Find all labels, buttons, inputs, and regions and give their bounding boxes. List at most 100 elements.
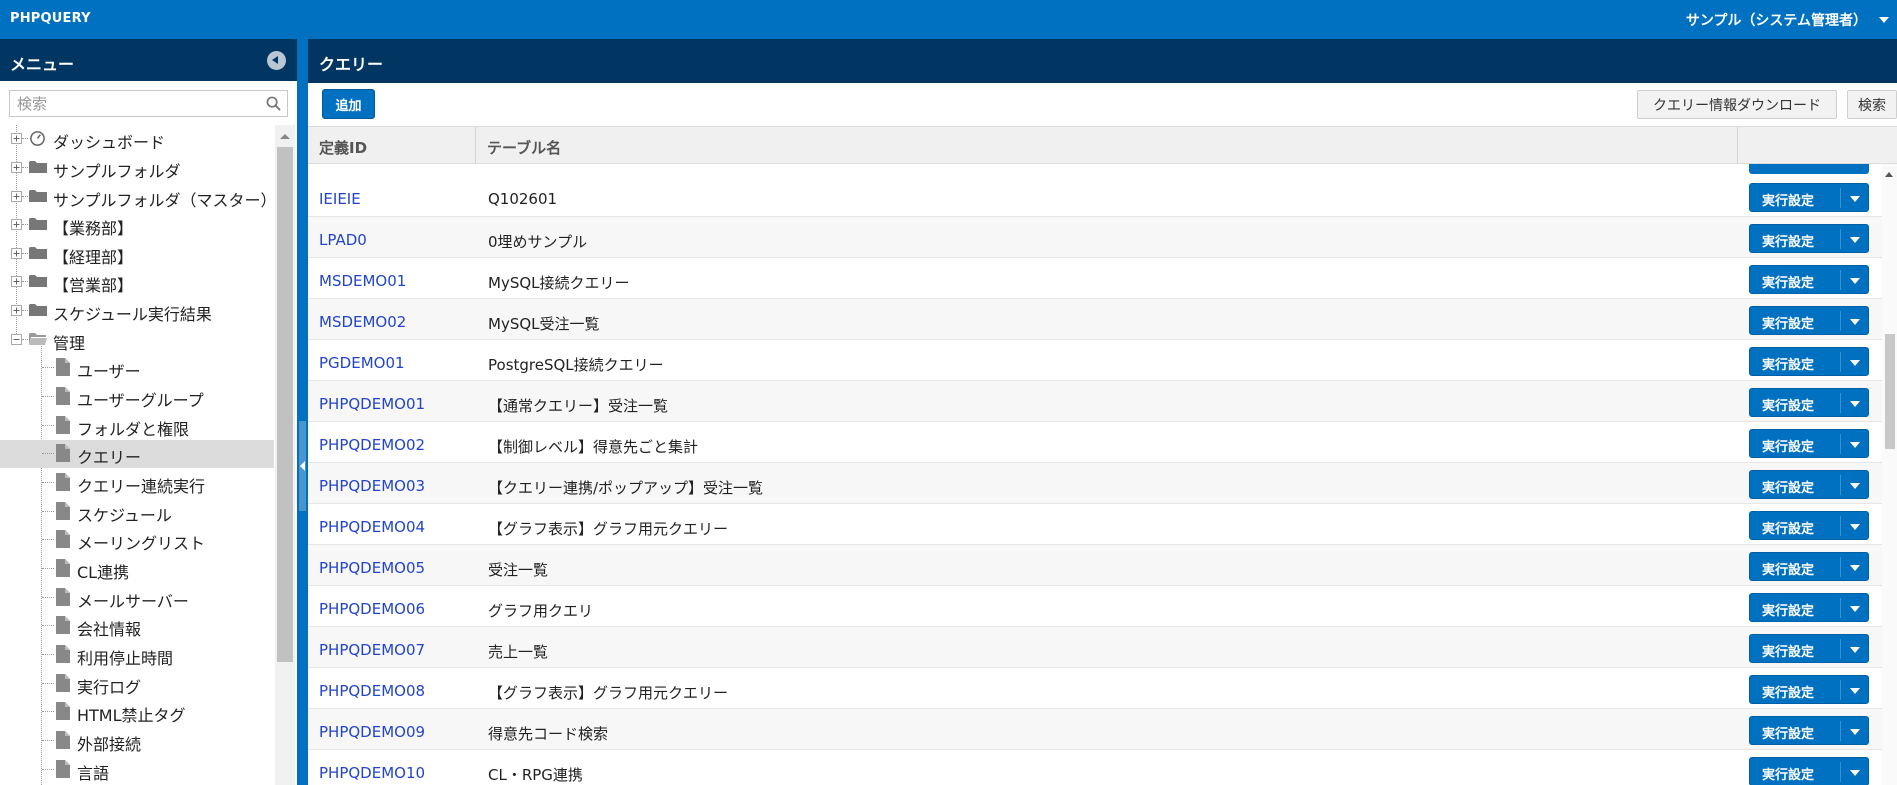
- download-query-info-button[interactable]: クエリー情報ダウンロード: [1637, 90, 1837, 119]
- tree-item-folder-permissions[interactable]: フォルダと権限: [0, 412, 274, 440]
- query-id-link[interactable]: IEIEIE: [319, 190, 361, 208]
- query-id-link[interactable]: MSDEMO01: [319, 272, 406, 290]
- tree-item-keiri[interactable]: 【経理部】: [0, 240, 274, 268]
- tree-item-user-groups[interactable]: ユーザーグループ: [0, 383, 274, 411]
- grid-scrollbar[interactable]: [1882, 164, 1897, 785]
- run-settings-button[interactable]: 実行設定: [1749, 552, 1869, 581]
- run-settings-button[interactable]: 実行設定: [1749, 224, 1869, 253]
- run-settings-button[interactable]: 実行設定: [1749, 757, 1869, 785]
- query-id-link[interactable]: PHPQDEMO10: [319, 764, 425, 782]
- tree-item-queries[interactable]: クエリー: [0, 440, 274, 468]
- chevron-down-icon[interactable]: [1850, 770, 1860, 776]
- query-id-link[interactable]: MSDEMO02: [319, 313, 406, 331]
- query-id-link[interactable]: PHPQDEMO06: [319, 600, 425, 618]
- tree-item-language[interactable]: 言語: [0, 756, 274, 784]
- query-id-link[interactable]: PHPQDEMO02: [319, 436, 425, 454]
- table-row: PHPQDEMO02 【制御レベル】得意先ごと集計 実行設定: [308, 422, 1882, 463]
- sidebar-scrollbar[interactable]: [275, 125, 295, 785]
- query-id-link[interactable]: PHPQDEMO08: [319, 682, 425, 700]
- chevron-down-icon[interactable]: [1850, 688, 1860, 694]
- expand-icon[interactable]: [11, 219, 22, 230]
- tree-item-users[interactable]: ユーザー: [0, 354, 274, 382]
- tree-item-downtime[interactable]: 利用停止時間: [0, 641, 274, 669]
- expand-icon[interactable]: [11, 191, 22, 202]
- tree-item-sample-folder[interactable]: サンプルフォルダ: [0, 154, 274, 182]
- query-id-link[interactable]: PHPQDEMO01: [319, 395, 425, 413]
- expand-icon[interactable]: [11, 162, 22, 173]
- scrollbar-thumb[interactable]: [277, 147, 293, 662]
- query-id-link[interactable]: PHPQDEMO03: [319, 477, 425, 495]
- run-settings-button[interactable]: 実行設定: [1749, 675, 1869, 704]
- add-button[interactable]: 追加: [322, 89, 375, 119]
- column-header-table-name[interactable]: テーブル名: [487, 137, 561, 158]
- query-id-link[interactable]: PHPQDEMO07: [319, 641, 425, 659]
- tree-item-mailing-list[interactable]: メーリングリスト: [0, 526, 274, 554]
- query-id-link[interactable]: PHPQDEMO05: [319, 559, 425, 577]
- sidebar-search-input[interactable]: [10, 91, 256, 116]
- tree-item-query-batch[interactable]: クエリー連続実行: [0, 469, 274, 497]
- tree-item-mail-server[interactable]: メールサーバー: [0, 584, 274, 612]
- tree-item-external-connection[interactable]: 外部接続: [0, 727, 274, 755]
- run-settings-button[interactable]: 実行設定: [1749, 306, 1869, 335]
- collapse-icon[interactable]: [11, 334, 22, 345]
- run-settings-button[interactable]: 実行設定: [1749, 470, 1869, 499]
- scrollbar-thumb[interactable]: [1885, 334, 1895, 449]
- chevron-down-icon[interactable]: [1850, 360, 1860, 366]
- tree-item-eigyo[interactable]: 【営業部】: [0, 268, 274, 296]
- run-settings-button[interactable]: 実行設定: [1749, 388, 1869, 417]
- column-header-id[interactable]: 定義ID: [319, 137, 367, 158]
- run-settings-button[interactable]: 実行設定: [1749, 347, 1869, 376]
- sidebar-header: メニュー: [0, 39, 297, 81]
- run-settings-button[interactable]: 実行設定: [1749, 265, 1869, 294]
- tree-item-schedule[interactable]: スケジュール: [0, 498, 274, 526]
- chevron-down-icon[interactable]: [1850, 483, 1860, 489]
- user-menu[interactable]: サンプル（システム管理者）: [1686, 10, 1889, 30]
- chevron-down-icon[interactable]: [1850, 237, 1860, 243]
- query-id-link[interactable]: PHPQDEMO09: [319, 723, 425, 741]
- run-settings-label: 実行設定: [1762, 399, 1815, 414]
- expand-icon[interactable]: [11, 305, 22, 316]
- folder-icon: [29, 218, 47, 230]
- chevron-down-icon[interactable]: [1850, 196, 1860, 202]
- tree-item-company-info[interactable]: 会社情報: [0, 612, 274, 640]
- expand-icon[interactable]: [11, 133, 22, 144]
- search-button[interactable]: 検索: [1847, 90, 1897, 119]
- chevron-down-icon[interactable]: [1850, 319, 1860, 325]
- run-settings-button-partial[interactable]: [1749, 164, 1869, 174]
- table-name-cell: CL・RPG連携: [488, 766, 583, 784]
- tree-item-exec-log[interactable]: 実行ログ: [0, 670, 274, 698]
- chevron-down-icon[interactable]: [1850, 524, 1860, 530]
- expand-icon[interactable]: [11, 248, 22, 259]
- search-icon[interactable]: [266, 96, 281, 111]
- tree-item-sample-folder-master[interactable]: サンプルフォルダ（マスター）: [0, 183, 274, 211]
- query-id-link[interactable]: PGDEMO01: [319, 354, 405, 372]
- query-id-link[interactable]: LPAD0: [319, 231, 367, 249]
- tree-item-schedule-results[interactable]: スケジュール実行結果: [0, 297, 274, 325]
- tree-item-admin[interactable]: 管理: [0, 326, 274, 354]
- chevron-down-icon[interactable]: [1850, 647, 1860, 653]
- scroll-up-icon[interactable]: [1885, 172, 1893, 177]
- panel-splitter[interactable]: [297, 39, 308, 785]
- run-settings-button[interactable]: 実行設定: [1749, 511, 1869, 540]
- collapse-sidebar-icon[interactable]: [267, 51, 286, 70]
- run-settings-button[interactable]: 実行設定: [1749, 429, 1869, 458]
- tree-item-html-banned-tags[interactable]: HTML禁止タグ: [0, 698, 274, 726]
- tree-item-cl-link[interactable]: CL連携: [0, 555, 274, 583]
- chevron-down-icon[interactable]: [1850, 278, 1860, 284]
- document-icon: [56, 559, 70, 577]
- tree-item-dashboard[interactable]: ダッシュボード: [0, 125, 274, 153]
- run-settings-button[interactable]: 実行設定: [1749, 716, 1869, 745]
- chevron-down-icon[interactable]: [1850, 606, 1860, 612]
- run-settings-button[interactable]: 実行設定: [1749, 183, 1869, 212]
- run-settings-button[interactable]: 実行設定: [1749, 593, 1869, 622]
- chevron-down-icon[interactable]: [1850, 442, 1860, 448]
- splitter-handle[interactable]: [299, 421, 306, 511]
- tree-item-gyomu[interactable]: 【業務部】: [0, 211, 274, 239]
- chevron-down-icon[interactable]: [1850, 729, 1860, 735]
- scroll-up-icon[interactable]: [280, 134, 290, 139]
- chevron-down-icon[interactable]: [1850, 565, 1860, 571]
- chevron-down-icon[interactable]: [1850, 401, 1860, 407]
- run-settings-button[interactable]: 実行設定: [1749, 634, 1869, 663]
- expand-icon[interactable]: [11, 276, 22, 287]
- query-id-link[interactable]: PHPQDEMO04: [319, 518, 425, 536]
